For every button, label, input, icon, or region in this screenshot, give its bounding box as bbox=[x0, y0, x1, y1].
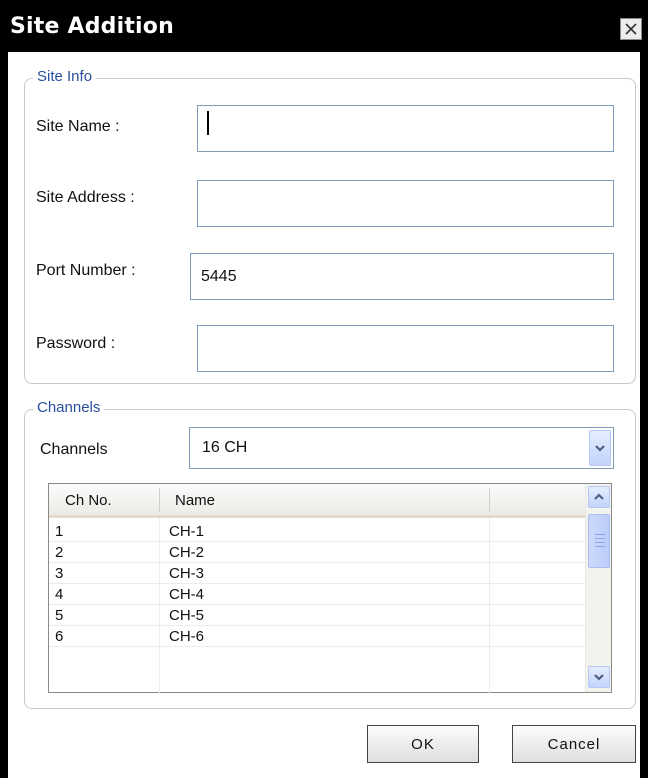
grip-line bbox=[595, 546, 605, 547]
site-addition-dialog: Site Addition Site Info Site Name : Site… bbox=[0, 0, 648, 778]
column-divider[interactable] bbox=[159, 488, 160, 512]
table-header: Ch No. Name bbox=[49, 484, 586, 518]
arrow-up-icon bbox=[594, 493, 604, 500]
cell-ch-no: 2 bbox=[55, 544, 64, 561]
table-row[interactable]: 2 CH-2 bbox=[49, 542, 586, 563]
table-row[interactable]: 6 CH-6 bbox=[49, 626, 586, 647]
scroll-up-button[interactable] bbox=[588, 486, 610, 508]
site-address-input[interactable] bbox=[197, 180, 614, 227]
site-name-label: Site Name : bbox=[36, 118, 120, 135]
cancel-button[interactable]: Cancel bbox=[512, 725, 636, 763]
window-border-right bbox=[640, 52, 648, 778]
channel-table: Ch No. Name 1 CH-1 2 CH-2 3 CH-3 4 CH-4 … bbox=[48, 483, 612, 694]
port-number-input[interactable] bbox=[190, 253, 614, 300]
window-border-left bbox=[0, 52, 8, 778]
table-row[interactable]: 5 CH-5 bbox=[49, 605, 586, 626]
port-number-label: Port Number : bbox=[36, 262, 136, 279]
column-divider[interactable] bbox=[489, 488, 490, 512]
channels-select[interactable]: 16 CH bbox=[189, 427, 614, 469]
channels-select-value: 16 CH bbox=[202, 439, 248, 456]
cell-ch-no: 4 bbox=[55, 586, 64, 603]
channels-label: Channels bbox=[40, 441, 108, 458]
table-row[interactable]: 1 CH-1 bbox=[49, 521, 586, 542]
site-address-label: Site Address : bbox=[36, 189, 135, 206]
cell-ch-no: 3 bbox=[55, 565, 64, 582]
table-row[interactable]: 3 CH-3 bbox=[49, 563, 586, 584]
chevron-down-icon bbox=[595, 445, 605, 452]
ok-button[interactable]: OK bbox=[367, 725, 479, 763]
grip-line bbox=[595, 542, 605, 543]
cell-ch-name: CH-4 bbox=[169, 586, 205, 603]
close-icon bbox=[625, 23, 637, 35]
password-input[interactable] bbox=[197, 325, 614, 372]
table-scrollbar[interactable] bbox=[585, 484, 611, 692]
close-button[interactable] bbox=[620, 18, 642, 40]
dropdown-button[interactable] bbox=[589, 430, 611, 466]
grip-line bbox=[595, 538, 605, 539]
cell-ch-name: CH-2 bbox=[169, 544, 205, 561]
grip-line bbox=[595, 534, 605, 535]
site-name-input[interactable] bbox=[197, 105, 614, 152]
scroll-thumb[interactable] bbox=[588, 514, 610, 568]
cell-ch-no: 1 bbox=[55, 523, 64, 540]
text-caret bbox=[207, 111, 209, 135]
cell-ch-name: CH-6 bbox=[169, 628, 205, 645]
cell-ch-name: CH-5 bbox=[169, 607, 205, 624]
column-header-name[interactable]: Name bbox=[175, 492, 215, 509]
scroll-down-button[interactable] bbox=[588, 666, 610, 688]
table-row[interactable]: 4 CH-4 bbox=[49, 584, 586, 605]
cell-ch-name: CH-1 bbox=[169, 523, 205, 540]
cell-ch-name: CH-3 bbox=[169, 565, 205, 582]
channels-legend: Channels bbox=[33, 399, 105, 416]
cell-ch-no: 5 bbox=[55, 607, 64, 624]
title-bar[interactable]: Site Addition bbox=[0, 0, 648, 52]
site-info-legend: Site Info bbox=[33, 68, 97, 85]
password-label: Password : bbox=[36, 335, 116, 352]
arrow-down-icon bbox=[594, 674, 604, 681]
column-header-ch-no[interactable]: Ch No. bbox=[65, 492, 112, 509]
window-title: Site Addition bbox=[10, 14, 174, 39]
cell-ch-no: 6 bbox=[55, 628, 64, 645]
